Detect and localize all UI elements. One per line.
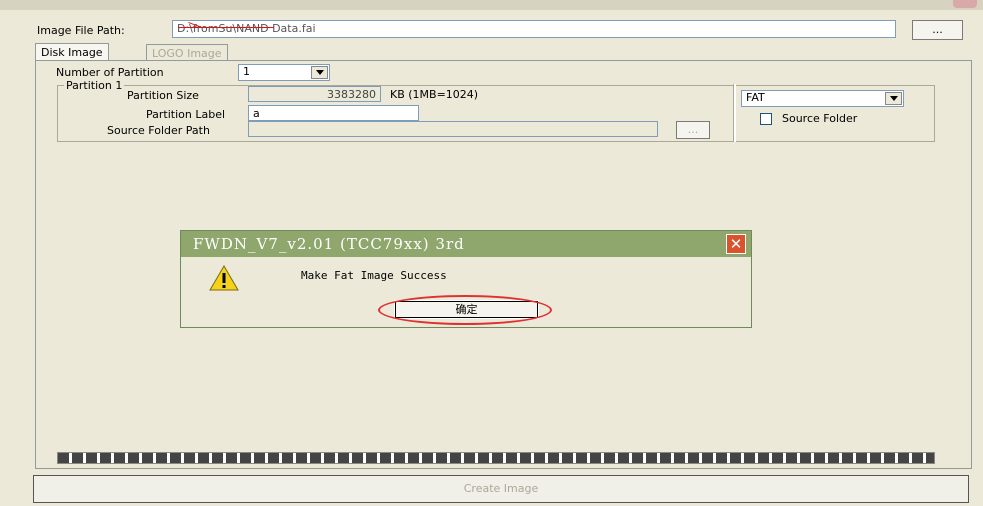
tab-disk-image[interactable]: Disk Image bbox=[35, 43, 109, 61]
filesystem-value: FAT bbox=[746, 91, 765, 104]
partition-group-label: Partition 1 bbox=[64, 79, 125, 92]
image-path-value: D:\fromSu\NAND Data.fai bbox=[177, 22, 316, 35]
source-folder-path-input[interactable] bbox=[248, 121, 658, 137]
image-path-input[interactable]: D:\fromSu\NAND Data.fai bbox=[172, 20, 896, 38]
dialog-ok-button[interactable]: 确定 bbox=[394, 300, 539, 319]
partition-size-unit: KB (1MB=1024) bbox=[390, 88, 479, 101]
partition-count-label: Number of Partition bbox=[56, 66, 164, 79]
group-divider bbox=[733, 84, 736, 142]
source-folder-checkbox[interactable] bbox=[760, 113, 772, 125]
dialog-title: FWDN_V7_v2.01 (TCC79xx) 3rd bbox=[193, 235, 465, 253]
tab-logo-image[interactable]: LOGO Image bbox=[146, 44, 228, 60]
partition-count-select[interactable]: 1 bbox=[238, 64, 330, 81]
chevron-down-icon[interactable] bbox=[885, 92, 902, 105]
window-close-corner[interactable] bbox=[953, 0, 977, 8]
dialog-message: Make Fat Image Success bbox=[301, 269, 447, 282]
progress-fill bbox=[58, 453, 934, 463]
window-top-strip bbox=[0, 0, 983, 10]
message-dialog: FWDN_V7_v2.01 (TCC79xx) 3rd ✕ Make Fat I… bbox=[180, 230, 752, 328]
partition-size-label: Partition Size bbox=[127, 89, 199, 102]
source-folder-browse-button[interactable]: ... bbox=[676, 121, 710, 139]
path-redaction-stroke bbox=[178, 27, 274, 28]
dialog-title-bar: FWDN_V7_v2.01 (TCC79xx) 3rd ✕ bbox=[181, 231, 751, 257]
partition-label-input[interactable]: a bbox=[248, 105, 419, 121]
source-folder-path-label: Source Folder Path bbox=[107, 124, 210, 137]
image-path-label: Image File Path: bbox=[37, 24, 125, 37]
progress-bar bbox=[57, 452, 935, 464]
partition-size-input[interactable]: 3383280 bbox=[248, 86, 381, 102]
warning-icon bbox=[209, 265, 239, 291]
chevron-down-icon[interactable] bbox=[311, 66, 328, 79]
partition-count-value: 1 bbox=[243, 65, 250, 78]
dialog-close-button[interactable]: ✕ bbox=[726, 234, 746, 254]
source-folder-checkbox-label: Source Folder bbox=[782, 112, 858, 125]
path-browse-button[interactable]: ... bbox=[912, 20, 963, 40]
create-image-button[interactable]: Create Image bbox=[33, 475, 969, 503]
partition-label-label: Partition Label bbox=[146, 108, 226, 121]
filesystem-select[interactable]: FAT bbox=[741, 90, 904, 107]
